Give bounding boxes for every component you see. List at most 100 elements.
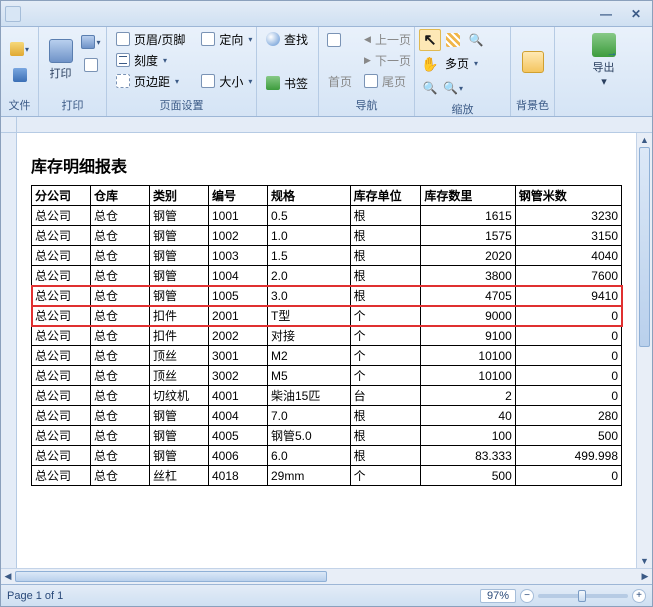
table-cell: 扣件 (150, 306, 209, 326)
status-bar: Page 1 of 1 97% − + (1, 584, 652, 606)
group-file: ▾ 文件 (1, 27, 39, 116)
table-cell: 钢管 (150, 446, 209, 466)
zoom-plus-button[interactable]: + (632, 589, 646, 603)
table-cell: 9100 (421, 326, 515, 346)
ribbon: ▾ 文件 打印 ▾ 打印 页眉/页脚 刻度▾ 页边距▾ 定向▾ (1, 27, 652, 117)
table-cell: 1004 (209, 266, 268, 286)
open-button[interactable]: ▾ (9, 38, 31, 60)
window-buttons: — ✕ (594, 6, 648, 22)
scale-button[interactable]: 刻度▾ (111, 50, 190, 70)
export-button[interactable]: 导出 ▾ (584, 29, 624, 91)
print-options-button[interactable] (80, 54, 102, 76)
prev-page-button[interactable]: ◀上一页 (359, 29, 416, 49)
table-cell: 4005 (209, 426, 268, 446)
save-button[interactable] (9, 64, 31, 86)
zoom-out-button[interactable]: 🔍▾ (442, 77, 464, 99)
scroll-left-arrow[interactable]: ◀ (1, 571, 15, 582)
table-cell: 总公司 (32, 306, 91, 326)
table-cell: 1003 (209, 246, 268, 266)
table-cell: 总仓 (91, 346, 150, 366)
table-cell: 500 (515, 426, 621, 446)
table-cell: 总仓 (91, 246, 150, 266)
zoom-out-icon: 🔍 (443, 81, 458, 95)
header-footer-button[interactable]: 页眉/页脚 (111, 29, 190, 49)
table-header-cell: 类别 (150, 186, 209, 206)
bgcolor-button[interactable] (518, 47, 548, 77)
table-row: 总公司总仓钢管4005钢管5.0根100500 (32, 426, 622, 446)
table-row: 总公司总仓扣件2001T型个90000 (32, 306, 622, 326)
quickprint-icon (81, 35, 95, 49)
table-cell: 根 (350, 446, 421, 466)
export-label: 导出 (593, 59, 615, 75)
scroll-down-arrow[interactable]: ▼ (637, 554, 652, 568)
hand-tool-button[interactable]: ✋ (419, 53, 441, 75)
horizontal-scrollbar[interactable]: ◀ ▶ (1, 568, 652, 584)
hscroll-thumb[interactable] (15, 571, 327, 582)
table-cell: 顶丝 (150, 346, 209, 366)
many-pages-button[interactable] (442, 29, 464, 51)
table-row: 总公司总仓钢管40066.0根83.333499.998 (32, 446, 622, 466)
first-page-button[interactable] (323, 29, 345, 51)
table-cell: 0 (515, 306, 621, 326)
table-cell: 总公司 (32, 346, 91, 366)
table-cell: 总仓 (91, 426, 150, 446)
magnifier-button[interactable]: 🔍 (419, 77, 441, 99)
table-cell: 2002 (209, 326, 268, 346)
table-cell: 钢管 (150, 406, 209, 426)
table-cell: 根 (350, 226, 421, 246)
table-cell: 7600 (515, 266, 621, 286)
group-file-label: 文件 (5, 95, 34, 116)
table-cell: 丝杠 (150, 466, 209, 486)
scroll-right-arrow[interactable]: ▶ (638, 571, 652, 582)
margins-button[interactable]: 页边距▾ (111, 71, 190, 91)
table-cell: 500 (421, 466, 515, 486)
zoom-slider-knob[interactable] (578, 590, 586, 602)
vscroll-thumb[interactable] (639, 147, 650, 347)
last-page-button[interactable]: 尾页 (359, 71, 416, 91)
close-button[interactable]: ✕ (624, 6, 648, 22)
table-cell: 1575 (421, 226, 515, 246)
vertical-scrollbar[interactable]: ▲ ▼ (636, 133, 652, 568)
table-cell: 根 (350, 286, 421, 306)
group-export-label (559, 99, 648, 116)
bookmarks-button[interactable]: 书签 (261, 73, 313, 93)
table-cell: 4004 (209, 406, 268, 426)
first-page-text[interactable]: 首页 (323, 71, 357, 91)
table-cell: 总公司 (32, 246, 91, 266)
last-label: 尾页 (382, 73, 406, 90)
table-cell: 总仓 (91, 206, 150, 226)
zoom-percent[interactable]: 97% (480, 589, 516, 603)
table-cell: 总公司 (32, 366, 91, 386)
size-button[interactable]: 大小▾ (196, 71, 257, 91)
zoom-minus-button[interactable]: − (520, 589, 534, 603)
zoom-slider[interactable] (538, 594, 628, 598)
scale-label: 刻度 (134, 52, 158, 69)
prev-label: 上一页 (375, 31, 411, 48)
table-header-cell: 库存单位 (350, 186, 421, 206)
table-cell: 扣件 (150, 326, 209, 346)
table-cell: 个 (350, 346, 421, 366)
table-cell: 40 (421, 406, 515, 426)
table-cell: 10100 (421, 346, 515, 366)
orientation-button[interactable]: 定向▾ (196, 29, 257, 49)
pointer-tool-button[interactable]: ↖ (419, 29, 441, 51)
minimize-button[interactable]: — (594, 6, 618, 22)
quickprint-button[interactable]: ▾ (80, 31, 102, 53)
table-cell: 1001 (209, 206, 268, 226)
next-page-button[interactable]: ▶下一页 (359, 50, 416, 70)
titlebar: — ✕ (1, 1, 652, 27)
table-cell: 根 (350, 266, 421, 286)
table-cell: 钢管 (150, 286, 209, 306)
scroll-up-arrow[interactable]: ▲ (637, 133, 652, 147)
zoom-in-button[interactable]: 🔍 (465, 29, 487, 51)
multi-page-button[interactable]: 多页▾ (442, 53, 481, 73)
hscroll-track[interactable] (15, 569, 638, 584)
table-cell: 总仓 (91, 286, 150, 306)
print-button[interactable]: 打印 (43, 29, 78, 91)
table-cell: 4018 (209, 466, 268, 486)
vertical-ruler (1, 133, 17, 568)
table-cell: 9000 (421, 306, 515, 326)
find-button[interactable]: 查找 (261, 29, 313, 49)
table-cell: 钢管 (150, 226, 209, 246)
table-cell: 1002 (209, 226, 268, 246)
